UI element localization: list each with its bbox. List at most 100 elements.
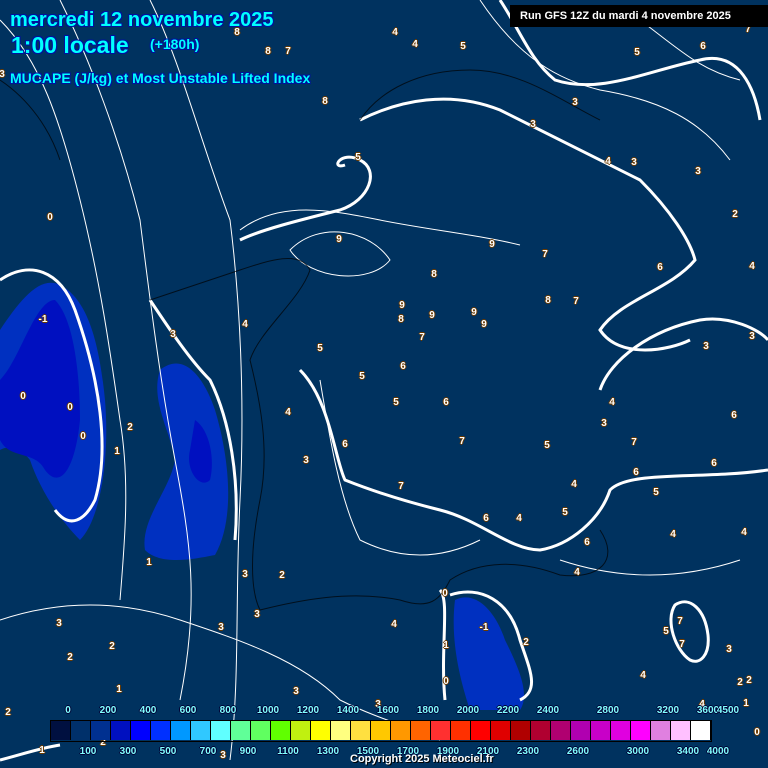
contour-label: 7	[419, 332, 425, 343]
contour-label: 7	[542, 249, 548, 260]
contour-label: 8	[265, 46, 271, 57]
contour-label: 2	[279, 570, 285, 581]
legend-bottom-label: 2600	[566, 746, 590, 757]
contour-label: 1	[743, 698, 749, 709]
legend-top-label: 800	[219, 705, 237, 716]
legend-top-label: 600	[179, 705, 197, 716]
legend-swatch	[631, 721, 651, 740]
contour-label: 6	[400, 361, 406, 372]
legend-swatch	[451, 721, 471, 740]
contour-label: 5	[460, 41, 466, 52]
contour-label: 4	[574, 567, 580, 578]
legend-swatch	[271, 721, 291, 740]
legend-top-label: 4500	[716, 705, 740, 716]
contour-label: 0	[67, 402, 73, 413]
legend-top-label: 2000	[456, 705, 480, 716]
legend-swatch	[71, 721, 91, 740]
legend-bottom-label: 1300	[316, 746, 340, 757]
legend-swatch	[191, 721, 211, 740]
legend-swatch	[311, 721, 331, 740]
contour-label: 2	[737, 677, 743, 688]
legend-bottom-label: 300	[119, 746, 137, 757]
legend-top-label: 200	[99, 705, 117, 716]
legend-swatch	[571, 721, 591, 740]
legend-swatch	[411, 721, 431, 740]
legend-bottom-label: 2300	[516, 746, 540, 757]
contour-label: 5	[355, 152, 361, 163]
legend-top-label: 1000	[256, 705, 280, 716]
contour-label: -1	[479, 622, 489, 633]
contour-label: 3	[726, 644, 732, 655]
contour-label: 5	[359, 371, 365, 382]
contour-label: 6	[700, 41, 706, 52]
contour-label: 3	[220, 750, 226, 761]
legend-swatch	[491, 721, 511, 740]
legend-swatch	[351, 721, 371, 740]
contour-label: 4	[285, 407, 291, 418]
weather-map: 8 8 7 4 4 5 6 5 7 3 3 5 4 3 3 8 3 0 2 9 9 7 6 4 8 8 7 9 8 9 9 9 7 4 3 -1 5 3 3…	[0, 0, 768, 768]
contour-label: 1	[116, 684, 122, 695]
legend-swatch	[51, 721, 71, 740]
contour-label: 4	[609, 397, 615, 408]
legend-top-label: 1800	[416, 705, 440, 716]
contour-label: 2	[523, 637, 529, 648]
contour-label: 1	[443, 640, 449, 651]
contour-label: -1	[38, 314, 48, 325]
legend-top-label: 3200	[656, 705, 680, 716]
contour-label: 8	[398, 314, 404, 325]
legend-bottom-label: 100	[79, 746, 97, 757]
contour-label: 3	[303, 455, 309, 466]
contour-label: 4	[670, 529, 676, 540]
contour-label: 2	[5, 707, 11, 718]
contour-label: 6	[584, 537, 590, 548]
contour-label: 3	[218, 622, 224, 633]
contour-label: 9	[481, 319, 487, 330]
contour-label: 7	[398, 481, 404, 492]
contour-label: 5	[393, 397, 399, 408]
contour-label: 3	[631, 157, 637, 168]
contour-label: 9	[336, 234, 342, 245]
contour-label: 0	[443, 676, 449, 687]
contour-label: 5	[317, 343, 323, 354]
contour-label: 9	[429, 310, 435, 321]
contour-label: 7	[631, 437, 637, 448]
legend-bottom-label: 4000	[706, 746, 730, 757]
color-bar	[50, 720, 712, 742]
forecast-time: 1:00 locale	[11, 32, 129, 58]
legend-top-label: 2400	[536, 705, 560, 716]
contour-label: 9	[399, 300, 405, 311]
legend-top-label: 3600	[696, 705, 720, 716]
contour-label: 2	[746, 675, 752, 686]
legend-bottom-label: 500	[159, 746, 177, 757]
contour-label: 6	[731, 410, 737, 421]
legend-swatch	[511, 721, 531, 740]
legend-bottom-label: 700	[199, 746, 217, 757]
contour-label: 3	[530, 119, 536, 130]
legend-swatch	[671, 721, 691, 740]
contour-label: 3	[695, 166, 701, 177]
contour-label: 4	[640, 670, 646, 681]
legend-swatch	[131, 721, 151, 740]
legend-swatch	[291, 721, 311, 740]
legend-top-label: 2800	[596, 705, 620, 716]
legend-swatch	[251, 721, 271, 740]
contour-label: 7	[679, 639, 685, 650]
contour-label: 5	[544, 440, 550, 451]
contour-label: 3	[0, 69, 5, 80]
contour-label: 4	[516, 513, 522, 524]
contour-label: 4	[392, 27, 398, 38]
copyright: Copyright 2025 Meteociel.fr	[350, 753, 494, 765]
legend-top-label: 0	[65, 705, 71, 716]
legend-swatch	[211, 721, 231, 740]
legend-swatch	[171, 721, 191, 740]
contour-label: 6	[483, 513, 489, 524]
contour-label: 4	[605, 156, 611, 167]
contour-label: 3	[293, 686, 299, 697]
legend-swatch	[691, 721, 711, 740]
legend-swatch	[551, 721, 571, 740]
legend-bottom-label: 900	[239, 746, 257, 757]
contour-label: 7	[285, 46, 291, 57]
contour-label: 6	[657, 262, 663, 273]
contour-label: 3	[242, 569, 248, 580]
legend-swatch	[111, 721, 131, 740]
